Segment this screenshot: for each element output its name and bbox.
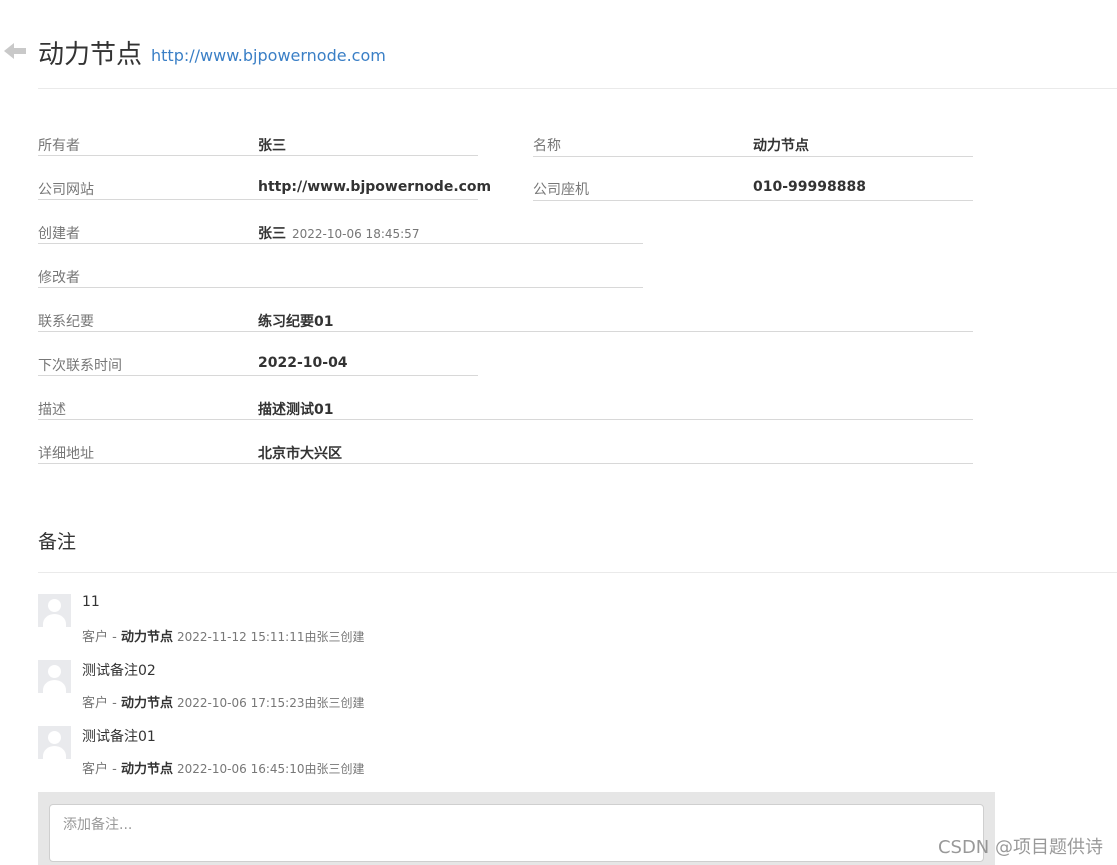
- page-title: 动力节点: [38, 40, 143, 70]
- remark-item: 测试备注02 客户 - 动力节点 2022-10-06 17:15:23由张三创建: [38, 660, 938, 720]
- summary-underline: [38, 331, 973, 332]
- create-time: 2022-10-06 18:45:57: [292, 227, 420, 241]
- remark-item: 测试备注01 客户 - 动力节点 2022-10-06 16:45:10由张三创建: [38, 726, 938, 786]
- address-label: 详细地址: [38, 446, 94, 462]
- description-label: 描述: [38, 402, 66, 418]
- remark-item: 11 客户 - 动力节点 2022-11-12 15:11:11由张三创建: [38, 594, 938, 654]
- remarks-divider: [38, 572, 1117, 573]
- next-contact-label: 下次联系时间: [38, 358, 122, 374]
- back-arrow-icon[interactable]: [4, 40, 28, 62]
- remark-type: 客户: [82, 762, 109, 777]
- website-label: 公司网站: [38, 182, 94, 198]
- website-link[interactable]: http://www.bjpowernode.com: [151, 46, 386, 65]
- remark-meta: 客户 - 动力节点 2022-10-06 17:15:23由张三创建: [82, 692, 364, 711]
- description-value: 描述测试01: [258, 402, 334, 418]
- add-remark-panel: [38, 792, 995, 865]
- next-contact-underline: [38, 375, 478, 376]
- phone-underline: [533, 200, 973, 201]
- remark-text: 测试备注01: [82, 729, 156, 745]
- editor-underline: [38, 287, 643, 288]
- creator-name: 张三: [258, 226, 286, 242]
- avatar: [38, 594, 71, 627]
- website-underline: [38, 199, 478, 200]
- creator-value: 张三 2022-10-06 18:45:57: [258, 223, 419, 243]
- website-value: http://www.bjpowernode.com: [258, 179, 492, 195]
- avatar: [38, 660, 71, 693]
- owner-value: 张三: [258, 138, 286, 154]
- name-value: 动力节点: [753, 138, 809, 154]
- remark-meta: 客户 - 动力节点 2022-10-06 16:45:10由张三创建: [82, 758, 364, 777]
- remark-timestamp: 2022-10-06 17:15:23由张三创建: [177, 696, 365, 710]
- owner-label: 所有者: [38, 138, 80, 154]
- remark-separator: -: [112, 696, 117, 711]
- editor-label: 修改者: [38, 270, 80, 286]
- summary-label: 联系纪要: [38, 314, 94, 330]
- phone-label: 公司座机: [533, 182, 589, 198]
- remark-meta: 客户 - 动力节点 2022-11-12 15:11:11由张三创建: [82, 626, 364, 645]
- summary-value: 练习纪要01: [258, 314, 334, 330]
- watermark: CSDN @项目题供诗: [937, 837, 1103, 858]
- remark-customer: 动力节点: [121, 696, 174, 711]
- creator-underline: [38, 243, 643, 244]
- name-label: 名称: [533, 138, 561, 154]
- address-underline: [38, 463, 973, 464]
- remark-type: 客户: [82, 696, 109, 711]
- header-divider: [38, 88, 1117, 89]
- add-remark-input[interactable]: [49, 804, 984, 862]
- remarks-title: 备注: [38, 531, 77, 553]
- remark-separator: -: [112, 762, 117, 777]
- remark-text: 11: [82, 594, 100, 610]
- remark-text: 测试备注02: [82, 663, 156, 679]
- address-value: 北京市大兴区: [258, 446, 342, 462]
- owner-underline: [38, 155, 478, 156]
- remark-timestamp: 2022-11-12 15:11:11由张三创建: [177, 630, 365, 644]
- name-underline: [533, 156, 973, 157]
- remark-type: 客户: [82, 630, 109, 645]
- creator-label: 创建者: [38, 226, 80, 242]
- description-underline: [38, 419, 973, 420]
- remark-customer: 动力节点: [121, 630, 174, 645]
- remark-separator: -: [112, 630, 117, 645]
- remark-customer: 动力节点: [121, 762, 174, 777]
- next-contact-value: 2022-10-04: [258, 355, 348, 371]
- avatar: [38, 726, 71, 759]
- remark-timestamp: 2022-10-06 16:45:10由张三创建: [177, 762, 365, 776]
- phone-value: 010-99998888: [753, 179, 866, 195]
